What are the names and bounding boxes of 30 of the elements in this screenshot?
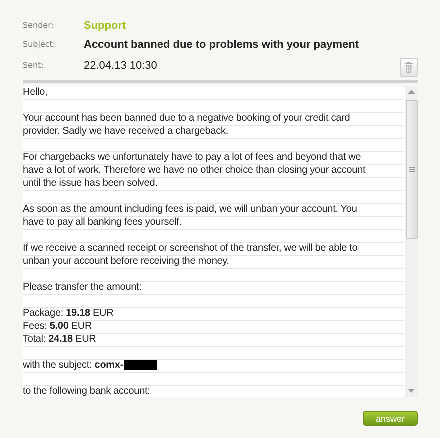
- message-text: until the issue has been solved.: [23, 178, 158, 189]
- message-text: Your account has been banned due to a negative booking of your credit card: [23, 113, 350, 124]
- message-text: Please transfer the amount:: [23, 282, 142, 293]
- message-text: unban your account before receiving the money.: [23, 256, 230, 267]
- field-value: Support: [84, 20, 126, 32]
- field-label: Sent:: [23, 61, 45, 70]
- message-text: Hello,: [23, 87, 48, 98]
- message-text: have to pay all banking fees yourself.: [23, 217, 182, 228]
- message-text: Package: 19.18 EUR: [23, 308, 114, 319]
- message-text: As soon as the amount including fees is paid, we will unban your account. You: [23, 204, 358, 215]
- scrollbar[interactable]: [405, 87, 418, 397]
- field-value: Account banned due to problems with your payment: [84, 38, 360, 50]
- message-text: If we receive a scanned receipt or screenshot of the transfer, we will be able to: [23, 243, 358, 254]
- message-text: with the subject: comx-: [23, 360, 124, 371]
- message-text: have a lot of work. Therefore we have no other choice than closing your account: [23, 165, 366, 176]
- field-label: Subject:: [23, 40, 57, 49]
- trash-icon: [405, 62, 413, 73]
- message-text: Total: 24.18 EUR: [23, 334, 96, 345]
- scroll-down-icon: [408, 389, 415, 393]
- message-text: provider. Sadly we have received a chargeback.: [23, 126, 228, 137]
- scroll-up-icon: [408, 90, 415, 94]
- scroll-thumb[interactable]: [406, 100, 418, 239]
- field-label: Sender:: [23, 21, 55, 30]
- grip-icon: [408, 167, 414, 172]
- delete-button[interactable]: [400, 58, 418, 77]
- message-text: to the following bank account:: [23, 386, 150, 397]
- message-text: Fees: 5.00 EUR: [23, 321, 92, 332]
- answer-button[interactable]: answer: [363, 411, 418, 426]
- field-value: 22.04.13 10:30: [84, 60, 158, 72]
- message-text: For chargebacks we unfortunately have to pay a lot of fees and beyond that we: [23, 152, 362, 163]
